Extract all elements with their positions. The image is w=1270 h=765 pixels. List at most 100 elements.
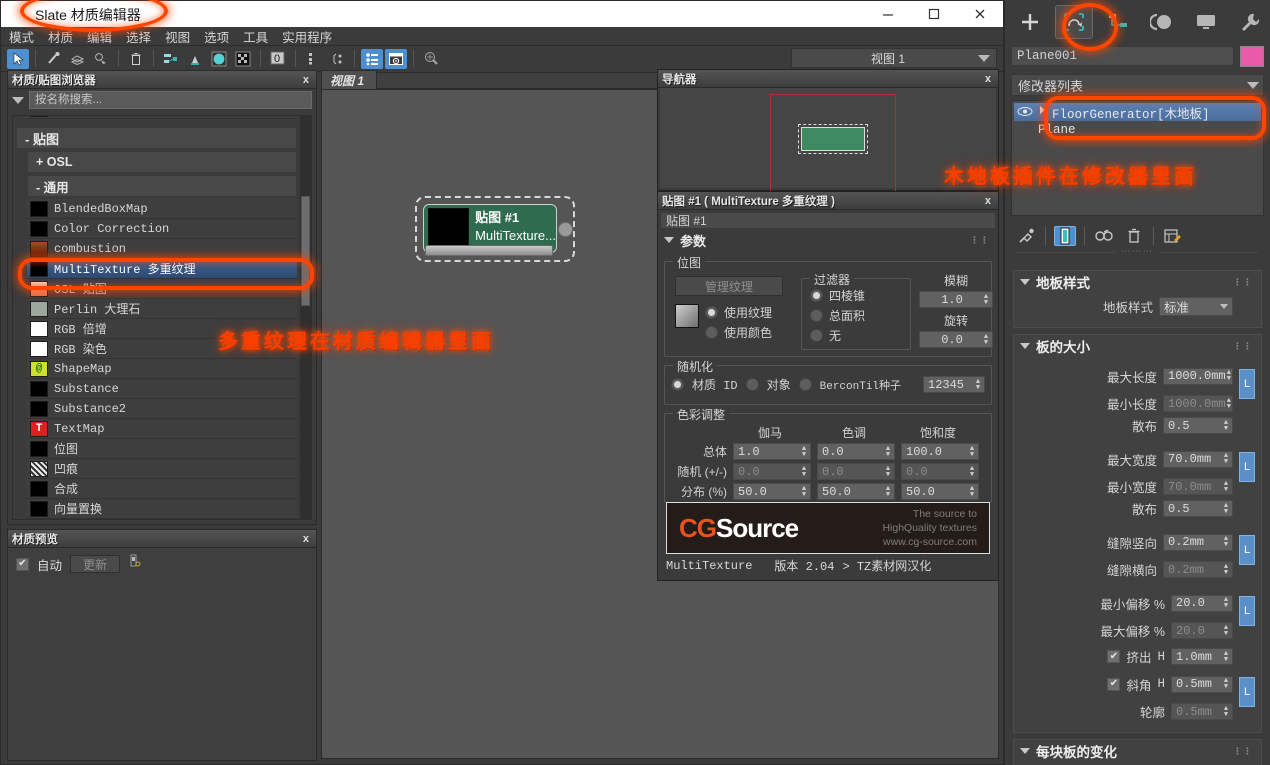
link-bevel-button[interactable]: L [1239,677,1255,707]
spinner-arrows-icon[interactable]: ▲ ▼ [980,292,992,307]
color-swatch[interactable] [675,304,699,328]
list-item-multitexture[interactable]: MultiTexture 多重纹理 [27,259,297,279]
assign-material-icon[interactable] [90,49,112,69]
spinner-arrows-icon[interactable]: ▲ ▼ [798,484,810,499]
list-item[interactable]: RGB 染色 [27,339,297,359]
render-preview-icon[interactable] [128,554,142,574]
hue-overall-spinner[interactable]: 0.0 ▲ ▼ [817,443,895,460]
menu-item-tools[interactable]: 工具 [243,27,268,46]
rotate-spinner[interactable]: 0.0 ▲ ▼ [919,331,993,348]
randomize-material-id-radio[interactable] [671,378,684,391]
close-icon[interactable]: x [300,74,312,86]
node-icon[interactable] [326,49,348,69]
show-end-result-icon[interactable] [1054,226,1076,246]
link-width-button[interactable]: L [1239,452,1255,482]
filter-summed-area-radio[interactable] [810,309,823,322]
rollout-header[interactable]: 每块板的变化 ⋮⋮ [1014,740,1261,762]
pin-stack-icon[interactable] [1015,226,1037,246]
list-item[interactable]: combustion [27,239,297,259]
browser-scrollbar[interactable] [300,116,311,519]
spinner-arrows-icon[interactable]: ▲ ▼ [882,484,894,499]
tab-view-1[interactable]: 视图 1 [321,70,378,89]
spinner-arrows-icon[interactable]: ▲ ▼ [1220,596,1232,611]
list-item[interactable]: 凹痕 [27,459,297,479]
list-item[interactable]: RGB 倍增 [27,319,297,339]
spinner-arrows-icon[interactable]: ▲ ▼ [1220,418,1232,433]
rollout-header[interactable]: 地板样式 ⋮⋮ [1014,271,1261,293]
spinner-arrows-icon[interactable]: ▲ ▼ [1220,479,1232,494]
link-offset-button[interactable]: L [1239,596,1255,626]
select-arrow-icon[interactable] [7,48,29,69]
menu-item-select[interactable]: 选择 [126,27,151,46]
min-offset-spinner[interactable]: 20.0 ▲ ▼ [1171,594,1233,612]
list-item[interactable]: OSL 贴图 [27,279,297,299]
show-shaded-icon[interactable] [160,49,182,69]
manage-textures-button[interactable]: 管理纹理 [675,276,783,296]
list-item[interactable]: 位图 [27,439,297,459]
rollout-header[interactable]: 板的大小 ⋮⋮ [1014,335,1261,357]
list-item[interactable]: BlendedBoxMap [27,199,297,219]
search-input[interactable] [29,91,312,109]
group-header-general[interactable]: - 通用 [27,175,297,197]
gap-vertical-spinner[interactable]: 0.2mm ▲ ▼ [1163,533,1233,551]
extrude-spinner[interactable]: 1.0mm ▲ ▼ [1171,648,1233,665]
spinner-arrows-icon[interactable]: ▲ ▼ [980,332,992,347]
seed-spinner[interactable]: 12345 ▲ ▼ [923,376,985,393]
spinner-arrows-icon[interactable]: ▲ ▼ [1220,501,1232,516]
sat-random-spinner[interactable]: 0.0 ▲ ▼ [901,463,979,480]
min-length-spinner[interactable]: 1000.0mm ▲ ▼ [1163,395,1233,412]
list-item[interactable]: Color Correction [27,219,297,239]
create-tab-icon[interactable] [1011,5,1049,39]
spinner-arrows-icon[interactable]: ▲ ▼ [1220,649,1232,664]
display-tab-icon[interactable] [1187,5,1225,39]
menu-item-material[interactable]: 材质 [48,27,73,46]
modify-tab-icon[interactable] [1055,5,1093,39]
sphere-checker-icon[interactable] [208,49,230,69]
blur-spinner[interactable]: 1.0 ▲ ▼ [919,291,993,308]
list-item[interactable]: Perlin 大理石 [27,299,297,319]
length-scatter-spinner[interactable]: 0.5 ▲ ▼ [1163,417,1233,434]
zero-button-icon[interactable]: 0 [267,49,289,69]
list-item[interactable]: Substance [27,379,297,399]
list-item[interactable]: @ ShapeMap [27,359,297,379]
node-output-port[interactable] [558,222,573,237]
modifier-stack-item-plane[interactable]: Plane [1014,121,1261,139]
spinner-arrows-icon[interactable]: ▲ ▼ [1220,623,1232,638]
align-icon[interactable] [302,49,324,69]
gamma-random-spinner[interactable]: 0.0 ▲ ▼ [733,463,811,480]
map-name-field[interactable]: 贴图 #1 [660,212,996,229]
extrude-checkbox[interactable]: ✔ [1107,650,1121,663]
utilities-tab-icon[interactable] [1231,5,1269,39]
minimize-icon[interactable] [865,1,911,27]
close-icon[interactable]: x [982,73,994,85]
view-selector-dropdown[interactable]: 视图 1 [791,48,997,68]
parameters-rollout-header[interactable]: 参数 ⋮⋮ [658,231,998,249]
group-header-osl[interactable]: + OSL [27,151,297,173]
modifier-list-dropdown[interactable]: 修改器列表 [1011,74,1264,96]
width-scatter-spinner[interactable]: 0.5 ▲ ▼ [1163,500,1233,517]
motion-tab-icon[interactable] [1143,5,1181,39]
gamma-overall-spinner[interactable]: 1.0 ▲ ▼ [733,443,811,460]
filter-pyramidal-radio[interactable] [810,289,823,302]
spinner-arrows-icon[interactable]: ▲ ▼ [966,464,978,479]
panel-resize-grip[interactable]: ⋯⋯⋯ [1017,246,1258,264]
max-offset-spinner[interactable]: 20.0 ▲ ▼ [1171,622,1233,639]
layers-icon[interactable] [66,49,88,69]
modifier-stack-item-floorgenerator[interactable]: FloorGenerator[木地板] [1014,103,1261,122]
remove-modifier-icon[interactable] [1123,226,1145,246]
spinner-arrows-icon[interactable]: ▲ ▼ [798,464,810,479]
bevel-checkbox[interactable]: ✔ [1107,677,1121,691]
auto-update-checkbox[interactable]: ✔ [16,557,29,571]
max-length-spinner[interactable]: 1000.0mm ▲ ▼ [1163,367,1233,385]
randomize-object-radio[interactable] [745,378,759,391]
checker-pattern-icon[interactable] [232,49,254,69]
spinner-arrows-icon[interactable]: ▲ ▼ [1220,704,1232,719]
hierarchy-tab-icon[interactable] [1099,5,1137,39]
modifier-stack[interactable]: FloorGenerator[木地板] Plane [1011,100,1264,216]
spinner-arrows-icon[interactable]: ▲ ▼ [798,444,810,459]
list-item[interactable]: T TextMap [27,419,297,439]
menu-item-utilities[interactable]: 实用程序 [282,27,332,46]
close-icon[interactable] [957,1,1003,27]
sat-dist-spinner[interactable]: 50.0 ▲ ▼ [901,483,979,500]
spinner-arrows-icon[interactable]: ▲ ▼ [1220,677,1232,692]
